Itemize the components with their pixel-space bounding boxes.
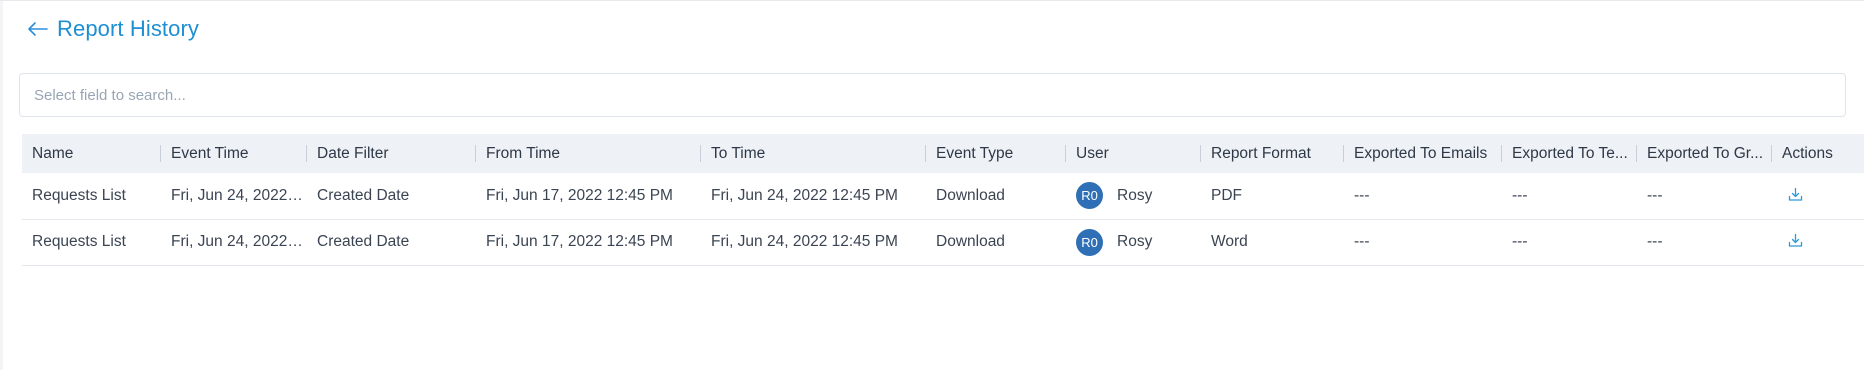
cell-exported-groups: --- [1647,186,1663,204]
cell-event-type: Download [936,233,1005,250]
search-input[interactable] [34,86,1845,104]
column-header-event-type[interactable]: Event Type [926,134,1066,173]
page-header: Report History [19,1,1864,55]
cell-user: R0 Rosy [1066,173,1201,219]
cell-date-filter: Created Date [317,186,410,204]
column-header-date-filter[interactable]: Date Filter [307,134,476,173]
cell-from-time: Fri, Jun 17, 2022 12:45 PM [486,233,673,250]
cell-event-type: Download [936,186,1005,204]
table-row[interactable]: Requests List Fri, Jun 24, 2022 1... Cre… [22,173,1864,219]
column-header-actions: Actions [1782,144,1833,162]
cell-event-time: Fri, Jun 24, 2022 1... [171,186,307,204]
cell-report-format: PDF [1211,186,1242,204]
cell-actions [1772,219,1864,265]
cell-exported-emails: --- [1354,233,1370,250]
cell-to-time: Fri, Jun 24, 2022 12:45 PM [711,233,898,250]
column-header-name[interactable]: Name [22,134,161,173]
page-title: Report History [57,16,199,41]
table-header-row: Name Event Time Date Filter From Time To… [22,134,1864,173]
column-header-event-time[interactable]: Event Time [161,134,307,173]
column-header-exported-to-teams[interactable]: Exported To Te... [1502,134,1637,173]
avatar: R0 [1076,182,1103,210]
cell-to-time: Fri, Jun 24, 2022 12:45 PM [711,186,898,204]
cell-from-time: Fri, Jun 17, 2022 12:45 PM [486,186,673,204]
column-header-exported-to-groups[interactable]: Exported To Gr... [1637,134,1772,173]
user-name: Rosy [1117,233,1153,250]
download-icon[interactable] [1785,231,1805,251]
report-history-page: Report History Name Event Time Date Filt… [0,0,1864,370]
column-header-to-time[interactable]: To Time [701,134,926,173]
column-header-user[interactable]: User [1066,134,1201,173]
cell-report-format: Word [1211,233,1248,250]
avatar: R0 [1076,228,1103,256]
cell-actions [1772,173,1864,219]
user-name: Rosy [1117,186,1153,204]
column-header-exported-to-emails[interactable]: Exported To Emails [1344,134,1502,173]
arrow-left-icon[interactable] [27,21,49,37]
download-icon[interactable] [1785,185,1805,205]
cell-date-filter: Created Date [317,233,410,250]
cell-user: R0 Rosy [1066,219,1201,265]
column-header-from-time[interactable]: From Time [476,134,701,173]
cell-exported-teams: --- [1512,186,1528,204]
cell-exported-teams: --- [1512,233,1528,250]
cell-event-time: Fri, Jun 24, 2022 1... [171,233,307,250]
report-history-table: Name Event Time Date Filter From Time To… [22,134,1864,266]
cell-exported-emails: --- [1354,186,1370,204]
cell-name: Requests List [32,233,126,250]
cell-name: Requests List [32,186,126,204]
search-box[interactable] [19,73,1846,117]
table-row[interactable]: Requests List Fri, Jun 24, 2022 1... Cre… [22,219,1864,265]
cell-exported-groups: --- [1647,233,1663,250]
column-header-report-format[interactable]: Report Format [1201,134,1344,173]
